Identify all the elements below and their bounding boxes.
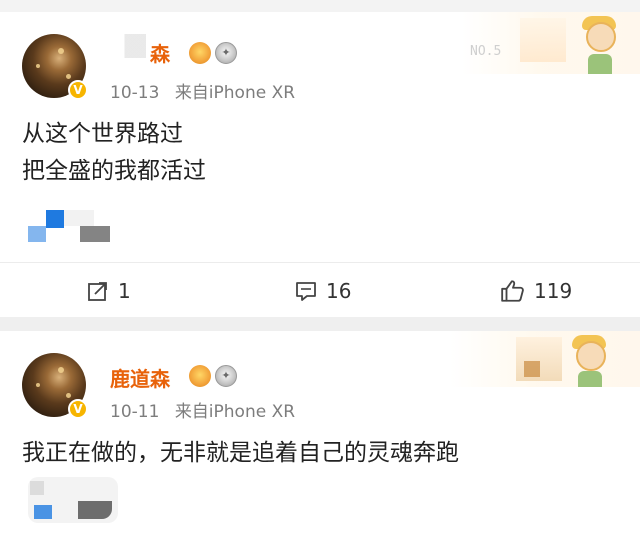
decoration-text: NO.5 xyxy=(470,44,502,59)
timestamp[interactable]: 10-13 xyxy=(110,83,159,103)
avatar-highlight xyxy=(58,48,64,54)
like-button[interactable]: 119 xyxy=(500,263,572,318)
mosaic-block xyxy=(80,226,110,242)
action-bar: 1 16 119 xyxy=(0,262,640,318)
little-prince-icon xyxy=(576,341,606,371)
mosaic-block xyxy=(78,501,112,519)
verified-v-badge-icon: V xyxy=(68,80,88,100)
weibo-post-2: V 鹿道森 ✦ 10-11 来自iPhone XR 我正在做的，无非就是追着自己… xyxy=(0,331,640,554)
content-line: 我正在做的，无非就是追着自己的灵魂奔跑 xyxy=(22,440,459,466)
prince-body xyxy=(588,54,612,74)
decoration-mosaic xyxy=(520,18,566,62)
avatar-highlight xyxy=(66,393,71,398)
post-content: 我正在做的，无非就是追着自己的灵魂奔跑 xyxy=(22,435,459,472)
avatar-highlight xyxy=(36,64,40,68)
top-strip xyxy=(0,0,640,12)
decoration-mosaic xyxy=(524,361,540,377)
comment-bubble-icon xyxy=(296,281,316,301)
source: 来自iPhone XR xyxy=(174,402,296,422)
comment-button[interactable]: 16 xyxy=(294,263,351,318)
mosaic-block xyxy=(28,226,46,242)
post-meta: 10-11 来自iPhone XR xyxy=(110,397,295,422)
repost-count: 1 xyxy=(118,278,131,303)
mosaic-block xyxy=(46,210,64,228)
username[interactable]: 鹿道森 xyxy=(110,363,170,392)
avatar-highlight xyxy=(66,74,71,79)
image-thumbnail[interactable] xyxy=(28,477,118,523)
content-line: 从这个世界路过 xyxy=(22,121,183,147)
mosaic-block xyxy=(34,505,52,519)
mosaic-block xyxy=(30,481,44,495)
avatar-highlight xyxy=(36,383,40,387)
timestamp[interactable]: 10-11 xyxy=(110,402,159,422)
repost-button[interactable]: 1 xyxy=(86,263,131,318)
medal-badge-icon: ✦ xyxy=(215,42,237,64)
like-count: 119 xyxy=(534,278,573,303)
comment-count: 16 xyxy=(326,278,352,303)
crown-badge-icon xyxy=(189,365,211,387)
medal-badge-icon: ✦ xyxy=(215,365,237,387)
prince-body xyxy=(578,371,602,387)
post-content: 从这个世界路过 把全盛的我都活过 xyxy=(22,116,206,190)
image-thumbnail[interactable] xyxy=(28,208,112,246)
post-meta: 10-13 来自iPhone XR xyxy=(110,78,295,103)
username[interactable]: 森 xyxy=(150,38,170,67)
content-line: 把全盛的我都活过 xyxy=(22,158,206,184)
card-decoration: NO.5 xyxy=(462,12,640,74)
share-arrow-icon xyxy=(88,281,107,301)
thumbs-up-icon xyxy=(501,279,524,302)
mosaic-block xyxy=(64,210,94,226)
username-mosaic xyxy=(110,34,146,58)
card-decoration xyxy=(450,331,640,387)
avatar-highlight xyxy=(58,367,64,373)
little-prince-icon xyxy=(586,22,616,52)
verified-v-badge-icon: V xyxy=(68,399,88,419)
weibo-post-1: NO.5 V 森 ✦ 10-13 来自iPhone XR 从这个世界路过 把全盛… xyxy=(0,12,640,317)
crown-badge-icon xyxy=(189,42,211,64)
source: 来自iPhone XR xyxy=(174,83,296,103)
